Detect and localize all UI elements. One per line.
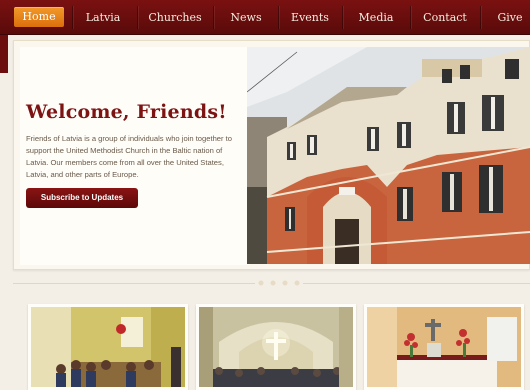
altar-image [367, 307, 521, 387]
hero-church-photo [247, 47, 530, 264]
top-navigation: Home Latvia Churches News Events Media C… [0, 0, 530, 35]
side-accent-strip [0, 35, 8, 73]
sanctuary-image [199, 307, 353, 387]
subscribe-button[interactable]: Subscribe to Updates [26, 188, 138, 208]
nav-divider [480, 6, 481, 29]
gallery-photo-fellowship[interactable] [28, 304, 188, 390]
nav-churches[interactable]: Churches [145, 0, 205, 35]
nav-divider [342, 6, 343, 29]
nav-divider [213, 6, 214, 29]
fellowship-hall-image [31, 307, 185, 387]
nav-divider [410, 6, 411, 29]
nav-events[interactable]: Events [286, 0, 334, 35]
intro-text: Friends of Latvia is a group of individu… [26, 134, 232, 179]
gallery-photo-sanctuary[interactable] [196, 304, 356, 390]
nav-media[interactable]: Media [352, 0, 400, 35]
nav-news[interactable]: News [222, 0, 270, 35]
nav-divider [278, 6, 279, 29]
page-title: Welcome, Friends! [26, 101, 227, 123]
divider-ornament [255, 278, 303, 288]
nav-contact[interactable]: Contact [419, 0, 471, 35]
nav-home[interactable]: Home [14, 7, 64, 27]
nav-give[interactable]: Give [490, 0, 530, 35]
gallery-photo-altar[interactable] [364, 304, 524, 390]
nav-latvia[interactable]: Latvia [78, 0, 128, 35]
nav-divider [72, 6, 73, 29]
nav-divider [137, 6, 138, 29]
church-building-image [247, 47, 530, 264]
